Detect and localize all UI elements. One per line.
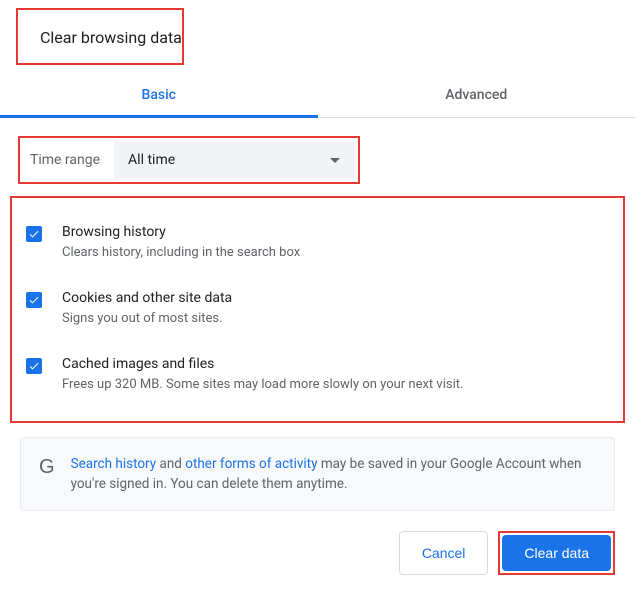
time-range-row: Time range All time xyxy=(18,136,360,184)
option-text: Browsing history Clears history, includi… xyxy=(62,224,615,262)
option-text: Cookies and other site data Signs you ou… xyxy=(62,290,615,328)
option-desc: Signs you out of most sites. xyxy=(62,310,615,328)
tab-advanced[interactable]: Advanced xyxy=(318,73,635,117)
option-desc: Frees up 320 MB. Some sites may load mor… xyxy=(62,376,615,394)
info-text: Search history and other forms of activi… xyxy=(71,454,596,495)
google-icon: G xyxy=(39,456,55,479)
info-box: G Search history and other forms of acti… xyxy=(20,437,615,512)
tab-basic[interactable]: Basic xyxy=(0,73,318,117)
checkbox-browsing-history[interactable] xyxy=(26,226,42,242)
option-title: Cookies and other site data xyxy=(62,290,615,306)
clear-button-highlight: Clear data xyxy=(498,531,615,575)
cancel-button[interactable]: Cancel xyxy=(399,531,489,575)
option-title: Cached images and files xyxy=(62,356,615,372)
option-cached: Cached images and files Frees up 320 MB.… xyxy=(20,342,615,408)
info-text-part: and xyxy=(156,456,185,472)
check-icon xyxy=(28,228,40,240)
checkbox-section: Browsing history Clears history, includi… xyxy=(10,196,625,423)
clear-data-button[interactable]: Clear data xyxy=(502,535,611,571)
option-desc: Clears history, including in the search … xyxy=(62,244,615,262)
time-range-label: Time range xyxy=(24,152,114,168)
option-text: Cached images and files Frees up 320 MB.… xyxy=(62,356,615,394)
option-cookies: Cookies and other site data Signs you ou… xyxy=(20,276,615,342)
chevron-down-icon xyxy=(330,158,340,163)
option-browsing-history: Browsing history Clears history, includi… xyxy=(20,210,615,276)
time-range-select[interactable]: All time xyxy=(114,142,354,178)
link-other-activity[interactable]: other forms of activity xyxy=(185,456,317,472)
link-search-history[interactable]: Search history xyxy=(71,456,157,472)
option-title: Browsing history xyxy=(62,224,615,240)
checkbox-cookies[interactable] xyxy=(26,292,42,308)
check-icon xyxy=(28,360,40,372)
dialog-title: Clear browsing data xyxy=(16,8,184,65)
check-icon xyxy=(28,294,40,306)
time-range-value: All time xyxy=(128,152,175,168)
tabs: Basic Advanced xyxy=(0,73,635,118)
button-row: Cancel Clear data xyxy=(399,531,615,575)
checkbox-cached[interactable] xyxy=(26,358,42,374)
